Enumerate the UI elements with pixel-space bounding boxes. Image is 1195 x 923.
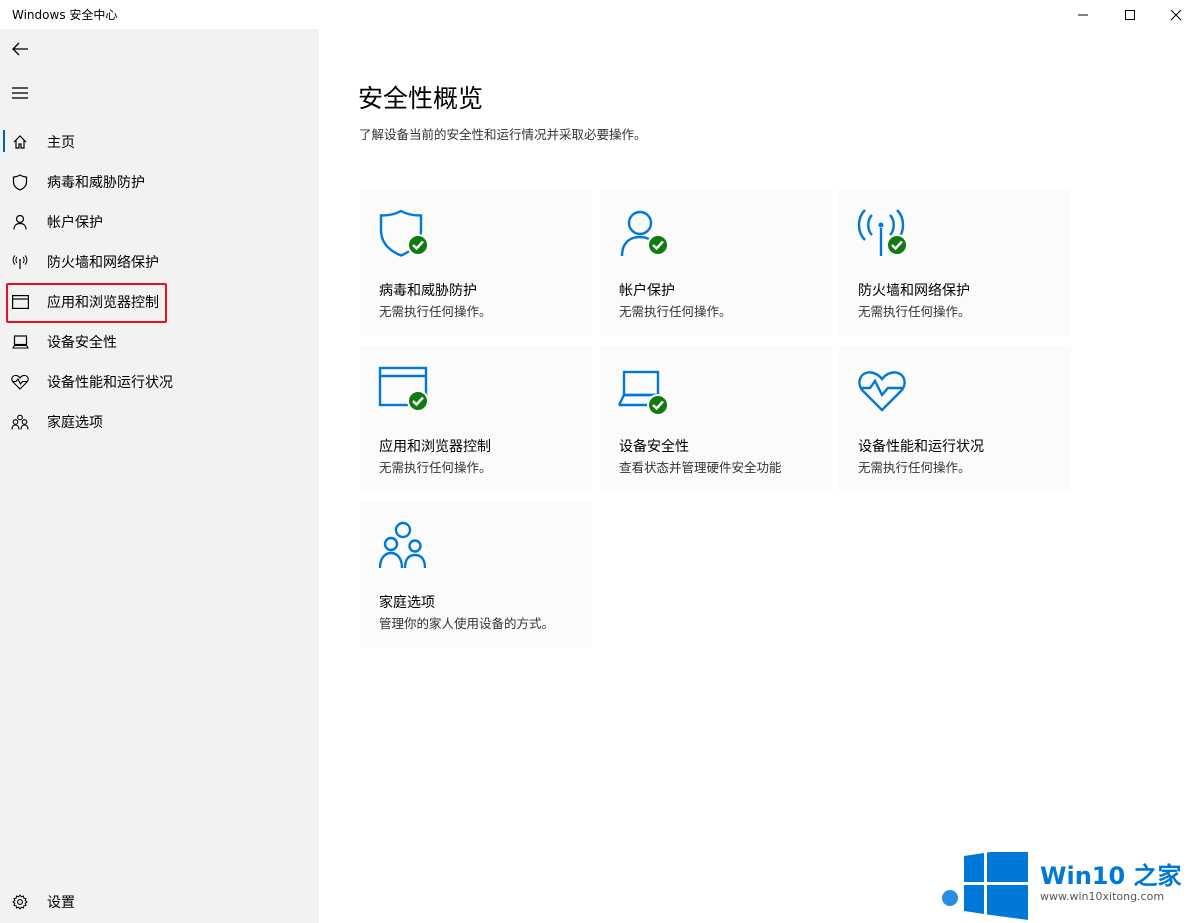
highlight-annotation [6,283,167,323]
tile-device-security[interactable]: 设备安全性 查看状态并管理硬件安全功能 [600,346,832,492]
tile-description: 管理你的家人使用设备的方式。 [379,616,555,631]
tile-description: 查看状态并管理硬件安全功能 [619,460,782,475]
close-icon [1170,9,1182,20]
sidebar-item-settings[interactable]: 设置 [0,881,319,921]
tile-device-performance[interactable]: 设备性能和运行状况 无需执行任何操作。 [839,346,1071,492]
active-indicator [3,130,5,152]
watermark: Win10 之家 www.win10xitong.com [940,848,1195,923]
tile-description: 无需执行任何操作。 [379,304,492,319]
tile-description: 无需执行任何操作。 [619,304,732,319]
back-arrow-icon [12,42,28,56]
sidebar-item-label: 家庭选项 [47,415,103,431]
maximize-button[interactable] [1107,0,1153,29]
hamburger-icon [12,87,28,99]
windows-logo-icon [942,852,1028,920]
gear-icon [11,893,29,911]
watermark-brand: Win10 之家 [1040,862,1182,890]
watermark-url: www.win10xitong.com [1040,890,1165,903]
sidebar-item-home[interactable]: 主页 [0,121,319,161]
person-icon [11,213,29,231]
sidebar-item-label: 帐户保护 [47,215,103,231]
close-button[interactable] [1153,0,1195,29]
heart-pulse-icon [858,371,906,412]
tile-title: 应用和浏览器控制 [379,439,491,455]
page-subtitle: 了解设备当前的安全性和运行情况并采取必要操作。 [359,127,647,142]
sidebar-item-family-options[interactable]: 家庭选项 [0,401,319,441]
tile-app-browser-control[interactable]: 应用和浏览器控制 无需执行任何操作。 [360,346,592,492]
sidebar-item-label: 主页 [47,135,75,151]
minimize-icon [1078,14,1088,15]
sidebar-item-label: 防火墙和网络保护 [47,255,159,271]
tile-title: 设备性能和运行状况 [858,439,984,455]
browser-check-icon [378,366,429,412]
tile-account-protection[interactable]: 帐户保护 无需执行任何操作。 [600,190,832,336]
tile-virus-protection[interactable]: 病毒和威胁防护 无需执行任何操作。 [360,190,592,336]
shield-check-icon [379,209,429,257]
tile-family-options[interactable]: 家庭选项 管理你的家人使用设备的方式。 [360,502,592,648]
back-button[interactable] [8,37,32,61]
tile-title: 病毒和威胁防护 [379,283,477,299]
laptop-check-icon [618,370,669,416]
heart-pulse-icon [11,373,29,391]
sidebar-item-label: 设备性能和运行状况 [47,375,173,391]
sidebar-item-label: 病毒和威胁防护 [47,175,145,191]
tile-firewall[interactable]: 防火墙和网络保护 无需执行任何操作。 [839,190,1071,336]
antenna-icon [11,253,29,271]
sidebar-item-firewall[interactable]: 防火墙和网络保护 [0,241,319,281]
title-bar: Windows 安全中心 [0,0,1195,29]
tile-title: 家庭选项 [379,595,435,611]
sidebar-item-device-performance[interactable]: 设备性能和运行状况 [0,361,319,401]
family-icon [378,521,427,569]
sidebar: 主页 病毒和威胁防护 帐户保护 防火墙和网络保护 应用和浏览器控制 设备安全性 [0,29,319,923]
tile-title: 帐户保护 [619,283,675,299]
window-title: Windows 安全中心 [12,8,118,22]
home-icon [11,133,29,151]
menu-button[interactable] [8,81,32,105]
laptop-icon [11,333,29,351]
shield-icon [11,173,29,191]
sidebar-item-label: 设置 [47,895,75,911]
sidebar-item-virus-protection[interactable]: 病毒和威胁防护 [0,161,319,201]
sidebar-item-account-protection[interactable]: 帐户保护 [0,201,319,241]
sidebar-item-label: 设备安全性 [47,335,117,351]
tile-title: 防火墙和网络保护 [858,283,970,299]
maximize-icon [1125,9,1135,20]
family-icon [11,413,29,431]
antenna-check-icon [857,209,908,256]
sidebar-item-device-security[interactable]: 设备安全性 [0,321,319,361]
person-check-icon [620,210,669,257]
minimize-button[interactable] [1060,0,1106,29]
page-title: 安全性概览 [358,84,484,113]
tile-title: 设备安全性 [619,439,689,455]
tile-description: 无需执行任何操作。 [379,460,492,475]
tile-description: 无需执行任何操作。 [858,304,971,319]
tile-description: 无需执行任何操作。 [858,460,971,475]
main-content: 安全性概览 了解设备当前的安全性和运行情况并采取必要操作。 病毒和威胁防护 无需… [319,29,1195,923]
